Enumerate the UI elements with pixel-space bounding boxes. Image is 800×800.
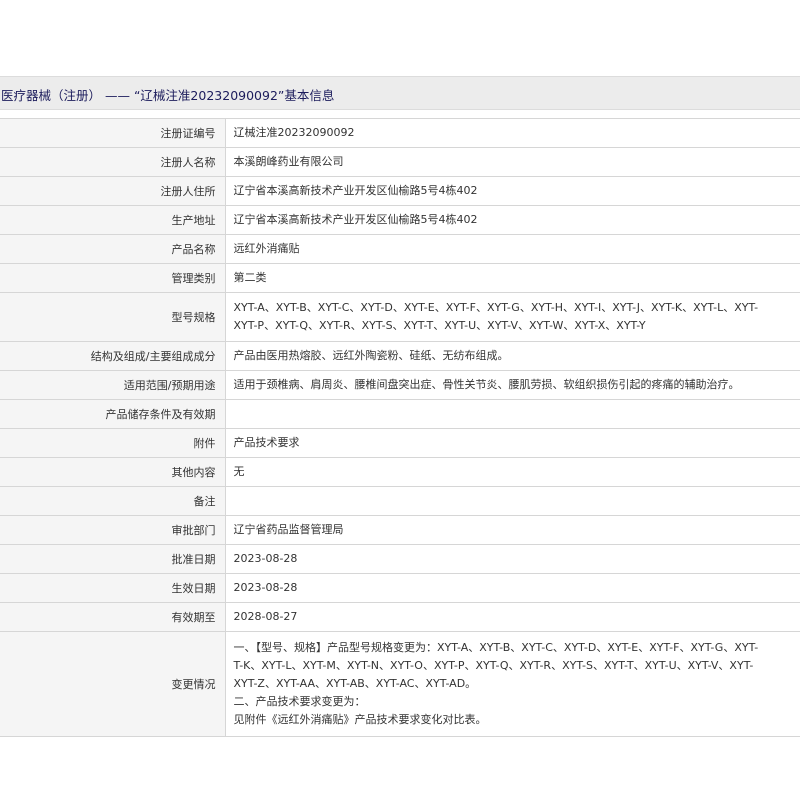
field-value-line: XYT-A、XYT-B、XYT-C、XYT-D、XYT-E、XYT-F、XYT-… xyxy=(233,301,759,314)
field-value-line: 辽宁省本溪高新技术产业开发区仙榆路5号4栋402 xyxy=(233,213,478,226)
field-value-line: 2028-08-27 xyxy=(233,610,298,623)
field-value: 辽宁省本溪高新技术产业开发区仙榆路5号4栋402 xyxy=(225,205,800,235)
field-label: 结构及组成/主要组成成分 xyxy=(0,341,226,371)
field-value-line: 本溪朗峰药业有限公司 xyxy=(233,155,344,168)
field-label: 生效日期 xyxy=(0,573,226,603)
field-label: 附件 xyxy=(0,428,226,458)
field-label: 产品名称 xyxy=(0,234,226,264)
field-value: 远红外消痛贴 xyxy=(225,234,800,264)
field-value: 无 xyxy=(225,457,800,487)
table-row: 有效期至 2028-08-27 xyxy=(0,602,800,632)
field-value: 第二类 xyxy=(225,263,800,293)
field-value-line: 辽宁省药品监督管理局 xyxy=(233,523,344,536)
field-value-line: 二、产品技术要求变更为： xyxy=(233,695,366,708)
field-value-line: 适用于颈椎病、肩周炎、腰椎间盘突出症、骨性关节炎、腰肌劳损、软组织损伤引起的疼痛… xyxy=(233,378,740,391)
table-row: 注册人住所 辽宁省本溪高新技术产业开发区仙榆路5号4栋402 xyxy=(0,176,800,206)
field-value-line: 辽械注准20232090092 xyxy=(233,126,355,139)
field-value: 2028-08-27 xyxy=(225,602,800,632)
field-value-line: XYT-Z、XYT-AA、XYT-AB、XYT-AC、XYT-AD。 xyxy=(233,677,477,690)
field-value-line: 第二类 xyxy=(233,271,267,284)
field-value-line: 无 xyxy=(233,465,245,478)
field-value-line: 远红外消痛贴 xyxy=(233,242,300,255)
field-value: 辽械注准20232090092 xyxy=(225,118,800,148)
table-row: 审批部门 辽宁省药品监督管理局 xyxy=(0,515,800,545)
field-value xyxy=(225,486,800,516)
table-row: 备注 xyxy=(0,486,800,516)
field-value-line: XYT-P、XYT-Q、XYT-R、XYT-S、XYT-T、XYT-U、XYT-… xyxy=(233,319,646,332)
field-label: 注册人住所 xyxy=(0,176,226,206)
title-bar: 医疗器械（注册） —— “辽械注准20232090092”基本信息 xyxy=(0,76,800,110)
field-label: 适用范围/预期用途 xyxy=(0,370,226,400)
field-value-line: 见附件《远红外消痛贴》产品技术要求变化对比表。 xyxy=(233,713,487,726)
info-table: 注册证编号 辽械注准20232090092 注册人名称 本溪朗峰药业有限公司 注册人住所… xyxy=(0,118,800,737)
table-row: 产品名称 远红外消痛贴 xyxy=(0,234,800,264)
table-row: 注册证编号 辽械注准20232090092 xyxy=(0,118,800,148)
field-value-line: 产品由医用热熔胶、远红外陶瓷粉、硅纸、无纺布组成。 xyxy=(233,349,509,362)
table-row: 其他内容无 xyxy=(0,457,800,487)
field-value: 产品技术要求 xyxy=(225,428,800,458)
table-row: 批准日期 2023-08-28 xyxy=(0,544,800,574)
field-value: 本溪朗峰药业有限公司 xyxy=(225,147,800,177)
table-row: 注册人名称 本溪朗峰药业有限公司 xyxy=(0,147,800,177)
info-table-body: 注册证编号 辽械注准20232090092 注册人名称 本溪朗峰药业有限公司 注册人住所… xyxy=(0,118,800,737)
field-label: 变更情况 xyxy=(0,631,226,737)
field-label: 其他内容 xyxy=(0,457,226,487)
field-value xyxy=(225,399,800,429)
table-row: 型号规格 XYT-A、XYT-B、XYT-C、XYT-D、XYT-E、XYT-F、… xyxy=(0,292,800,342)
field-value: 辽宁省本溪高新技术产业开发区仙榆路5号4栋402 xyxy=(225,176,800,206)
field-value-line: T-K、XYT-L、XYT-M、XYT-N、XYT-O、XYT-P、XYT-Q、… xyxy=(233,659,754,672)
table-row: 生产地址 辽宁省本溪高新技术产业开发区仙榆路5号4栋402 xyxy=(0,205,800,235)
table-row: 附件 产品技术要求 xyxy=(0,428,800,458)
table-row: 结构及组成/主要组成成分 产品由医用热熔胶、远红外陶瓷粉、硅纸、无纺布组成。 xyxy=(0,341,800,371)
field-value-line: 一、【型号、规格】产品型号规格变更为：XYT-A、XYT-B、XYT-C、XYT… xyxy=(233,641,759,654)
field-label: 生产地址 xyxy=(0,205,226,235)
field-label: 产品储存条件及有效期 xyxy=(0,399,226,429)
field-value: 2023-08-28 xyxy=(225,544,800,574)
field-value-line: 2023-08-28 xyxy=(233,552,298,565)
field-label: 注册证编号 xyxy=(0,118,226,148)
table-row: 产品储存条件及有效期 xyxy=(0,399,800,429)
field-value: 适用于颈椎病、肩周炎、腰椎间盘突出症、骨性关节炎、腰肌劳损、软组织损伤引起的疼痛… xyxy=(225,370,800,400)
table-row: 变更情况 一、【型号、规格】产品型号规格变更为：XYT-A、XYT-B、XYT-C… xyxy=(0,631,800,737)
field-value-line: 辽宁省本溪高新技术产业开发区仙榆路5号4栋402 xyxy=(233,184,478,197)
page: 医疗器械（注册） —— “辽械注准20232090092”基本信息 注册证编号辽… xyxy=(0,0,800,800)
field-label: 备注 xyxy=(0,486,226,516)
field-label: 批准日期 xyxy=(0,544,226,574)
field-value: 辽宁省药品监督管理局 xyxy=(225,515,800,545)
table-row: 适用范围/预期用途 适用于颈椎病、肩周炎、腰椎间盘突出症、骨性关节炎、腰肌劳损、软… xyxy=(0,370,800,400)
field-value: XYT-A、XYT-B、XYT-C、XYT-D、XYT-E、XYT-F、XYT-… xyxy=(225,292,800,342)
field-value-line: 产品技术要求 xyxy=(233,436,300,449)
field-label: 型号规格 xyxy=(0,292,226,342)
page-title: 医疗器械（注册） —— “辽械注准20232090092”基本信息 xyxy=(1,88,335,103)
field-label: 审批部门 xyxy=(0,515,226,545)
table-row: 管理类别 第二类 xyxy=(0,263,800,293)
field-value: 一、【型号、规格】产品型号规格变更为：XYT-A、XYT-B、XYT-C、XYT… xyxy=(225,631,800,737)
field-value-line: 2023-08-28 xyxy=(233,581,298,594)
field-value: 2023-08-28 xyxy=(225,573,800,603)
field-label: 注册人名称 xyxy=(0,147,226,177)
field-label: 管理类别 xyxy=(0,263,226,293)
table-row: 生效日期 2023-08-28 xyxy=(0,573,800,603)
field-label: 有效期至 xyxy=(0,602,226,632)
field-value: 产品由医用热熔胶、远红外陶瓷粉、硅纸、无纺布组成。 xyxy=(225,341,800,371)
